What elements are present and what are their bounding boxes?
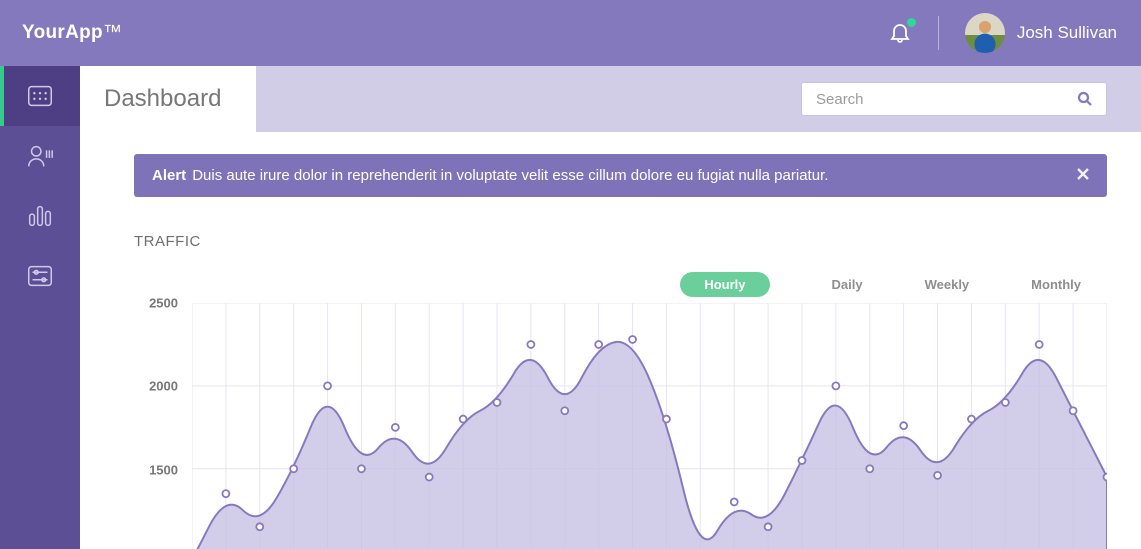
header-separator (938, 16, 939, 50)
alert-body: Duis aute irure dolor in reprehenderit i… (192, 167, 828, 184)
user-name: Josh Sullivan (1017, 23, 1117, 43)
y-tick: 2500 (149, 296, 178, 311)
notification-dot (907, 18, 916, 27)
brand-name: YourApp (22, 22, 103, 43)
users-icon (25, 141, 55, 171)
traffic-title: TRAFFIC (134, 233, 1107, 250)
alert-close-button[interactable] (1077, 167, 1089, 184)
main-panel: Alert Duis aute irure dolor in reprehend… (80, 132, 1141, 549)
sidebar-item-analytics[interactable] (0, 186, 80, 246)
sidebar-item-dashboard[interactable] (0, 66, 80, 126)
dashboard-icon (25, 81, 55, 111)
search-icon (1076, 90, 1094, 108)
y-tick: 2000 (149, 379, 178, 394)
y-tick: 1500 (149, 462, 178, 477)
sidebar (0, 66, 80, 549)
notifications-button[interactable] (862, 20, 938, 47)
search-input[interactable] (801, 82, 1107, 116)
chart-range-daily[interactable]: Daily (832, 272, 863, 297)
chart-range-tabs: Hourly Daily Weekly Monthly (134, 272, 1107, 297)
analytics-icon (25, 201, 55, 231)
tab-dashboard[interactable]: Dashboard (80, 66, 256, 132)
sidebar-item-users[interactable] (0, 126, 80, 186)
chart-plot (192, 303, 1107, 549)
user-menu[interactable]: Josh Sullivan (947, 13, 1117, 53)
search-field[interactable] (814, 90, 1068, 109)
page-title: Dashboard (104, 85, 221, 113)
app-header: YourApp™ Josh Sullivan (0, 0, 1141, 66)
close-icon (1077, 168, 1089, 180)
alert-banner: Alert Duis aute irure dolor in reprehend… (134, 154, 1107, 197)
chart-range-monthly[interactable]: Monthly (1031, 272, 1081, 297)
chart-range-weekly[interactable]: Weekly (925, 272, 970, 297)
chart-range-hourly[interactable]: Hourly (680, 272, 769, 297)
traffic-chart-card: Hourly Daily Weekly Monthly 2500 2000 1500 (134, 272, 1107, 549)
app-brand: YourApp™ (22, 22, 122, 44)
sidebar-item-settings[interactable] (0, 246, 80, 306)
traffic-chart: 250020001500 (134, 303, 1107, 549)
brand-tm: ™ (103, 22, 122, 43)
avatar (965, 13, 1005, 53)
alert-title: Alert (152, 167, 186, 184)
settings-icon (25, 261, 55, 291)
tabs-row: Dashboard (80, 66, 1141, 132)
